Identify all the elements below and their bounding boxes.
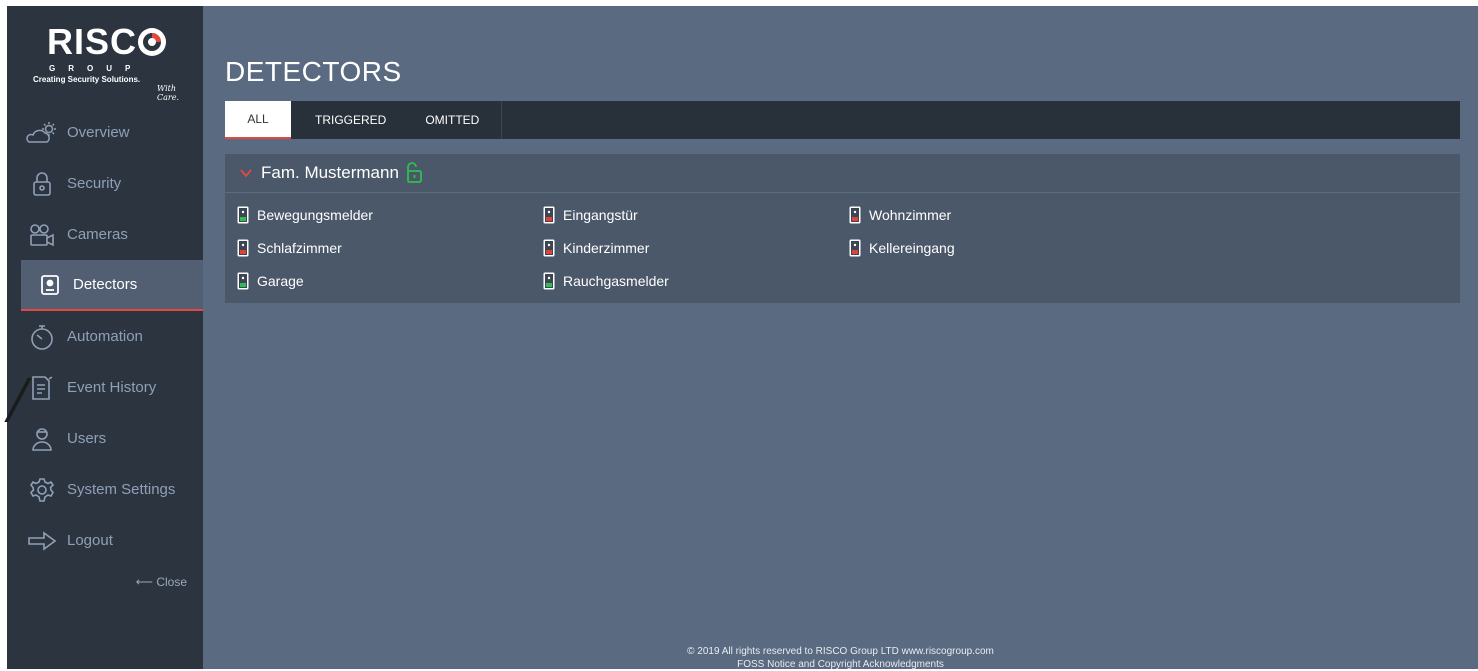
footer-foss-link[interactable]: FOSS Notice and Copyright Acknowledgment… — [203, 658, 1478, 671]
sidebar-item-users[interactable]: Users — [7, 413, 203, 464]
group-name: Fam. Mustermann — [261, 163, 399, 182]
sidebar-item-label: Users — [67, 430, 107, 447]
detector-status-green-icon — [237, 272, 249, 290]
detector-label: Rauchgasmelder — [563, 273, 669, 289]
sidebar-item-label: System Settings — [67, 481, 176, 498]
sidebar-item-label: Event History — [67, 379, 157, 396]
sidebar-item-automation[interactable]: Automation — [7, 311, 203, 362]
sidebar-close-link[interactable]: ⟵ Close — [136, 575, 187, 589]
detector-group-panel: Fam. Mustermann Bewegungsmelder Eingangs… — [225, 154, 1460, 303]
sidebar-item-label: Overview — [67, 124, 130, 141]
sidebar-item-security[interactable]: Security — [7, 158, 203, 209]
detector-tabs: ALL TRIGGERED OMITTED — [225, 101, 1460, 139]
sidebar-item-label: Detectors — [73, 276, 138, 293]
detector-label: Kellereingang — [869, 240, 955, 256]
detector-status-red-icon — [849, 239, 861, 257]
chevron-down-icon[interactable] — [239, 166, 253, 180]
detector-item-eingangstuer[interactable]: Eingangstür — [543, 205, 638, 225]
camera-icon — [25, 221, 59, 249]
detector-label: Schlafzimmer — [257, 240, 342, 256]
sidebar-item-label: Logout — [67, 532, 113, 549]
sidebar-item-cameras[interactable]: Cameras — [7, 209, 203, 260]
detector-label: Garage — [257, 273, 304, 289]
logo-swirl-icon — [138, 28, 166, 56]
sidebar-item-label: Cameras — [67, 226, 128, 243]
logo-wordmark: RISC — [47, 21, 138, 62]
tab-omitted[interactable]: OMITTED — [404, 101, 503, 139]
main-content: DETECTORS ALL TRIGGERED OMITTED Fam. Mus… — [203, 6, 1478, 671]
detector-label: Bewegungsmelder — [257, 207, 373, 223]
detector-label: Eingangstür — [563, 207, 638, 223]
unlocked-icon — [407, 162, 422, 183]
detector-item-kinderzimmer[interactable]: Kinderzimmer — [543, 238, 649, 258]
sidebar-item-label: Security — [67, 175, 122, 192]
lock-icon — [25, 170, 59, 198]
window-frame-left — [0, 0, 5, 669]
logo-tagline: Creating Security Solutions. — [33, 75, 141, 84]
footer-copyright: © 2019 All rights reserved to RISCO Grou… — [687, 646, 994, 657]
detector-label: Wohnzimmer — [869, 207, 952, 223]
sidebar-item-logout[interactable]: Logout — [7, 515, 203, 566]
tab-triggered[interactable]: TRIGGERED — [291, 101, 404, 139]
sidebar: RISC GROUP Creating Security Solutions. … — [7, 6, 203, 669]
sidebar-nav: Overview Security Cameras Detectors Auto… — [7, 107, 203, 566]
arrow-right-icon — [25, 527, 59, 555]
page-title: DETECTORS — [225, 56, 402, 87]
detector-item-wohnzimmer[interactable]: Wohnzimmer — [849, 205, 951, 225]
detector-status-red-icon — [237, 239, 249, 257]
user-icon — [25, 425, 59, 453]
detector-item-bewegungsmelder[interactable]: Bewegungsmelder — [237, 205, 373, 225]
detector-item-kellereingang[interactable]: Kellereingang — [849, 238, 955, 258]
detector-label: Kinderzimmer — [563, 240, 650, 256]
sidebar-item-system-settings[interactable]: System Settings — [7, 464, 203, 515]
tab-all[interactable]: ALL — [225, 101, 291, 139]
detector-icon — [35, 271, 65, 299]
detector-item-garage[interactable]: Garage — [237, 271, 304, 291]
logo-group-text: GROUP — [49, 64, 144, 73]
detector-status-green-icon — [237, 206, 249, 224]
detector-item-rauchgasmelder[interactable]: Rauchgasmelder — [543, 271, 669, 291]
sidebar-item-event-history[interactable]: Event History — [7, 362, 203, 413]
detector-status-green-icon — [543, 272, 555, 290]
gear-icon — [25, 476, 59, 504]
timer-icon — [25, 323, 59, 351]
detector-status-red-icon — [543, 206, 555, 224]
logo-subline: With Care. — [157, 84, 179, 102]
sidebar-item-label: Automation — [67, 328, 143, 345]
cloud-sun-icon — [25, 119, 59, 147]
detector-status-red-icon — [543, 239, 555, 257]
detector-status-red-icon — [849, 206, 861, 224]
group-header[interactable]: Fam. Mustermann — [225, 154, 1460, 193]
sidebar-item-overview[interactable]: Overview — [7, 107, 203, 158]
risco-logo: RISC GROUP Creating Security Solutions. … — [33, 20, 193, 106]
footer: © 2019 All rights reserved to RISCO Grou… — [203, 645, 1478, 671]
detector-item-schlafzimmer[interactable]: Schlafzimmer — [237, 238, 342, 258]
sidebar-item-detectors[interactable]: Detectors — [21, 260, 203, 311]
